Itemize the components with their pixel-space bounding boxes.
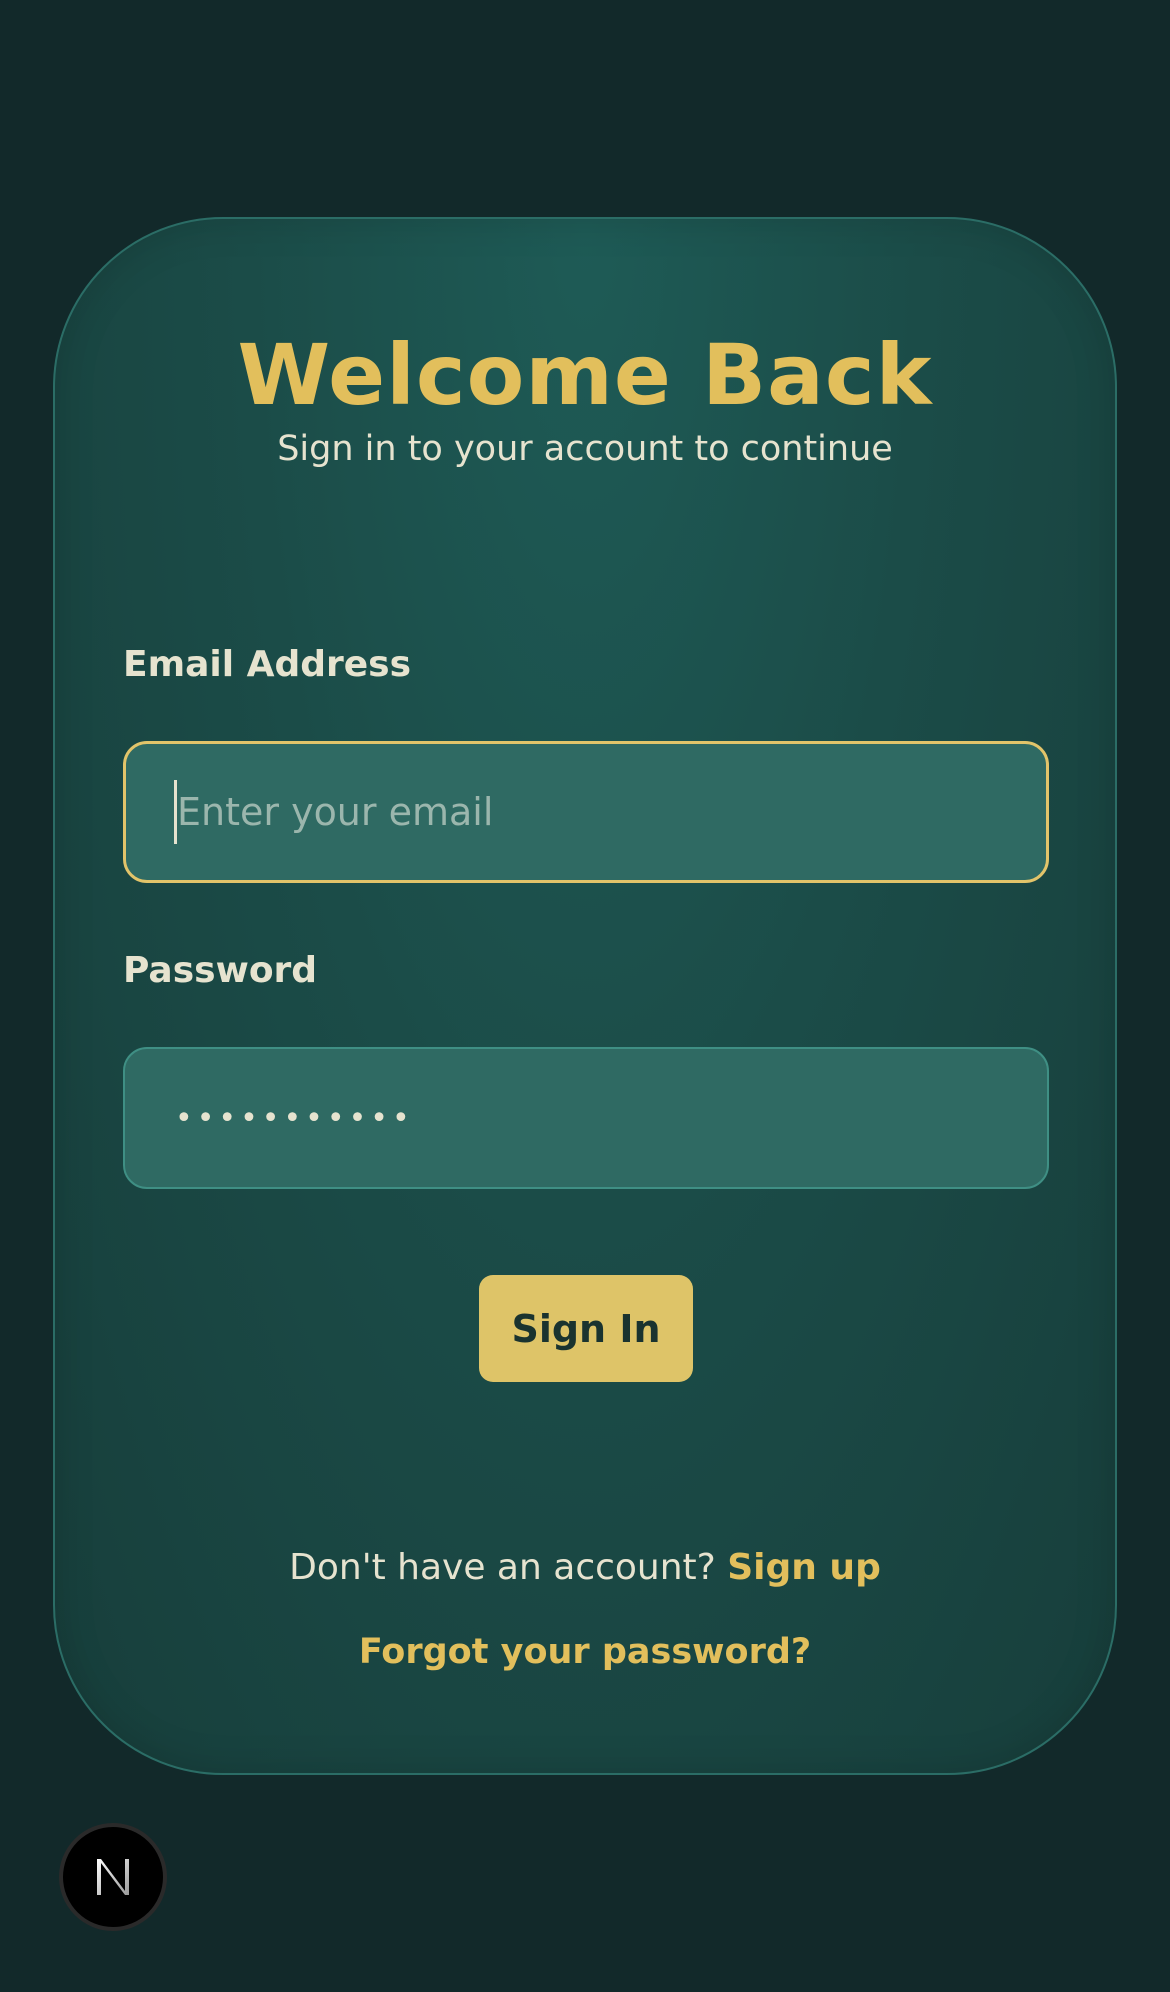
page-title: Welcome Back (237, 326, 933, 424)
login-card: Welcome Back Sign in to your account to … (53, 217, 1117, 1775)
password-label: Password (123, 950, 318, 991)
sign-in-button[interactable]: Sign In (479, 1275, 693, 1382)
sign-up-link[interactable]: Sign up (727, 1547, 881, 1588)
password-value: ••••••••••• (175, 1100, 414, 1136)
nextjs-n-glyph (97, 1859, 129, 1895)
email-placeholder: Enter your email (177, 790, 494, 834)
signup-prompt-line: Don't have an account? Sign up (55, 1545, 1115, 1591)
password-input[interactable]: ••••••••••• (123, 1047, 1049, 1189)
email-input[interactable]: Enter your email (123, 741, 1049, 883)
signup-prompt-text: Don't have an account? (289, 1547, 716, 1588)
nextjs-logo-icon[interactable] (59, 1823, 167, 1931)
forgot-password-link[interactable]: Forgot your password? (359, 1632, 811, 1672)
email-label: Email Address (123, 644, 412, 685)
page-subtitle: Sign in to your account to continue (277, 429, 893, 469)
forgot-password-line: Forgot your password? (55, 1629, 1115, 1675)
